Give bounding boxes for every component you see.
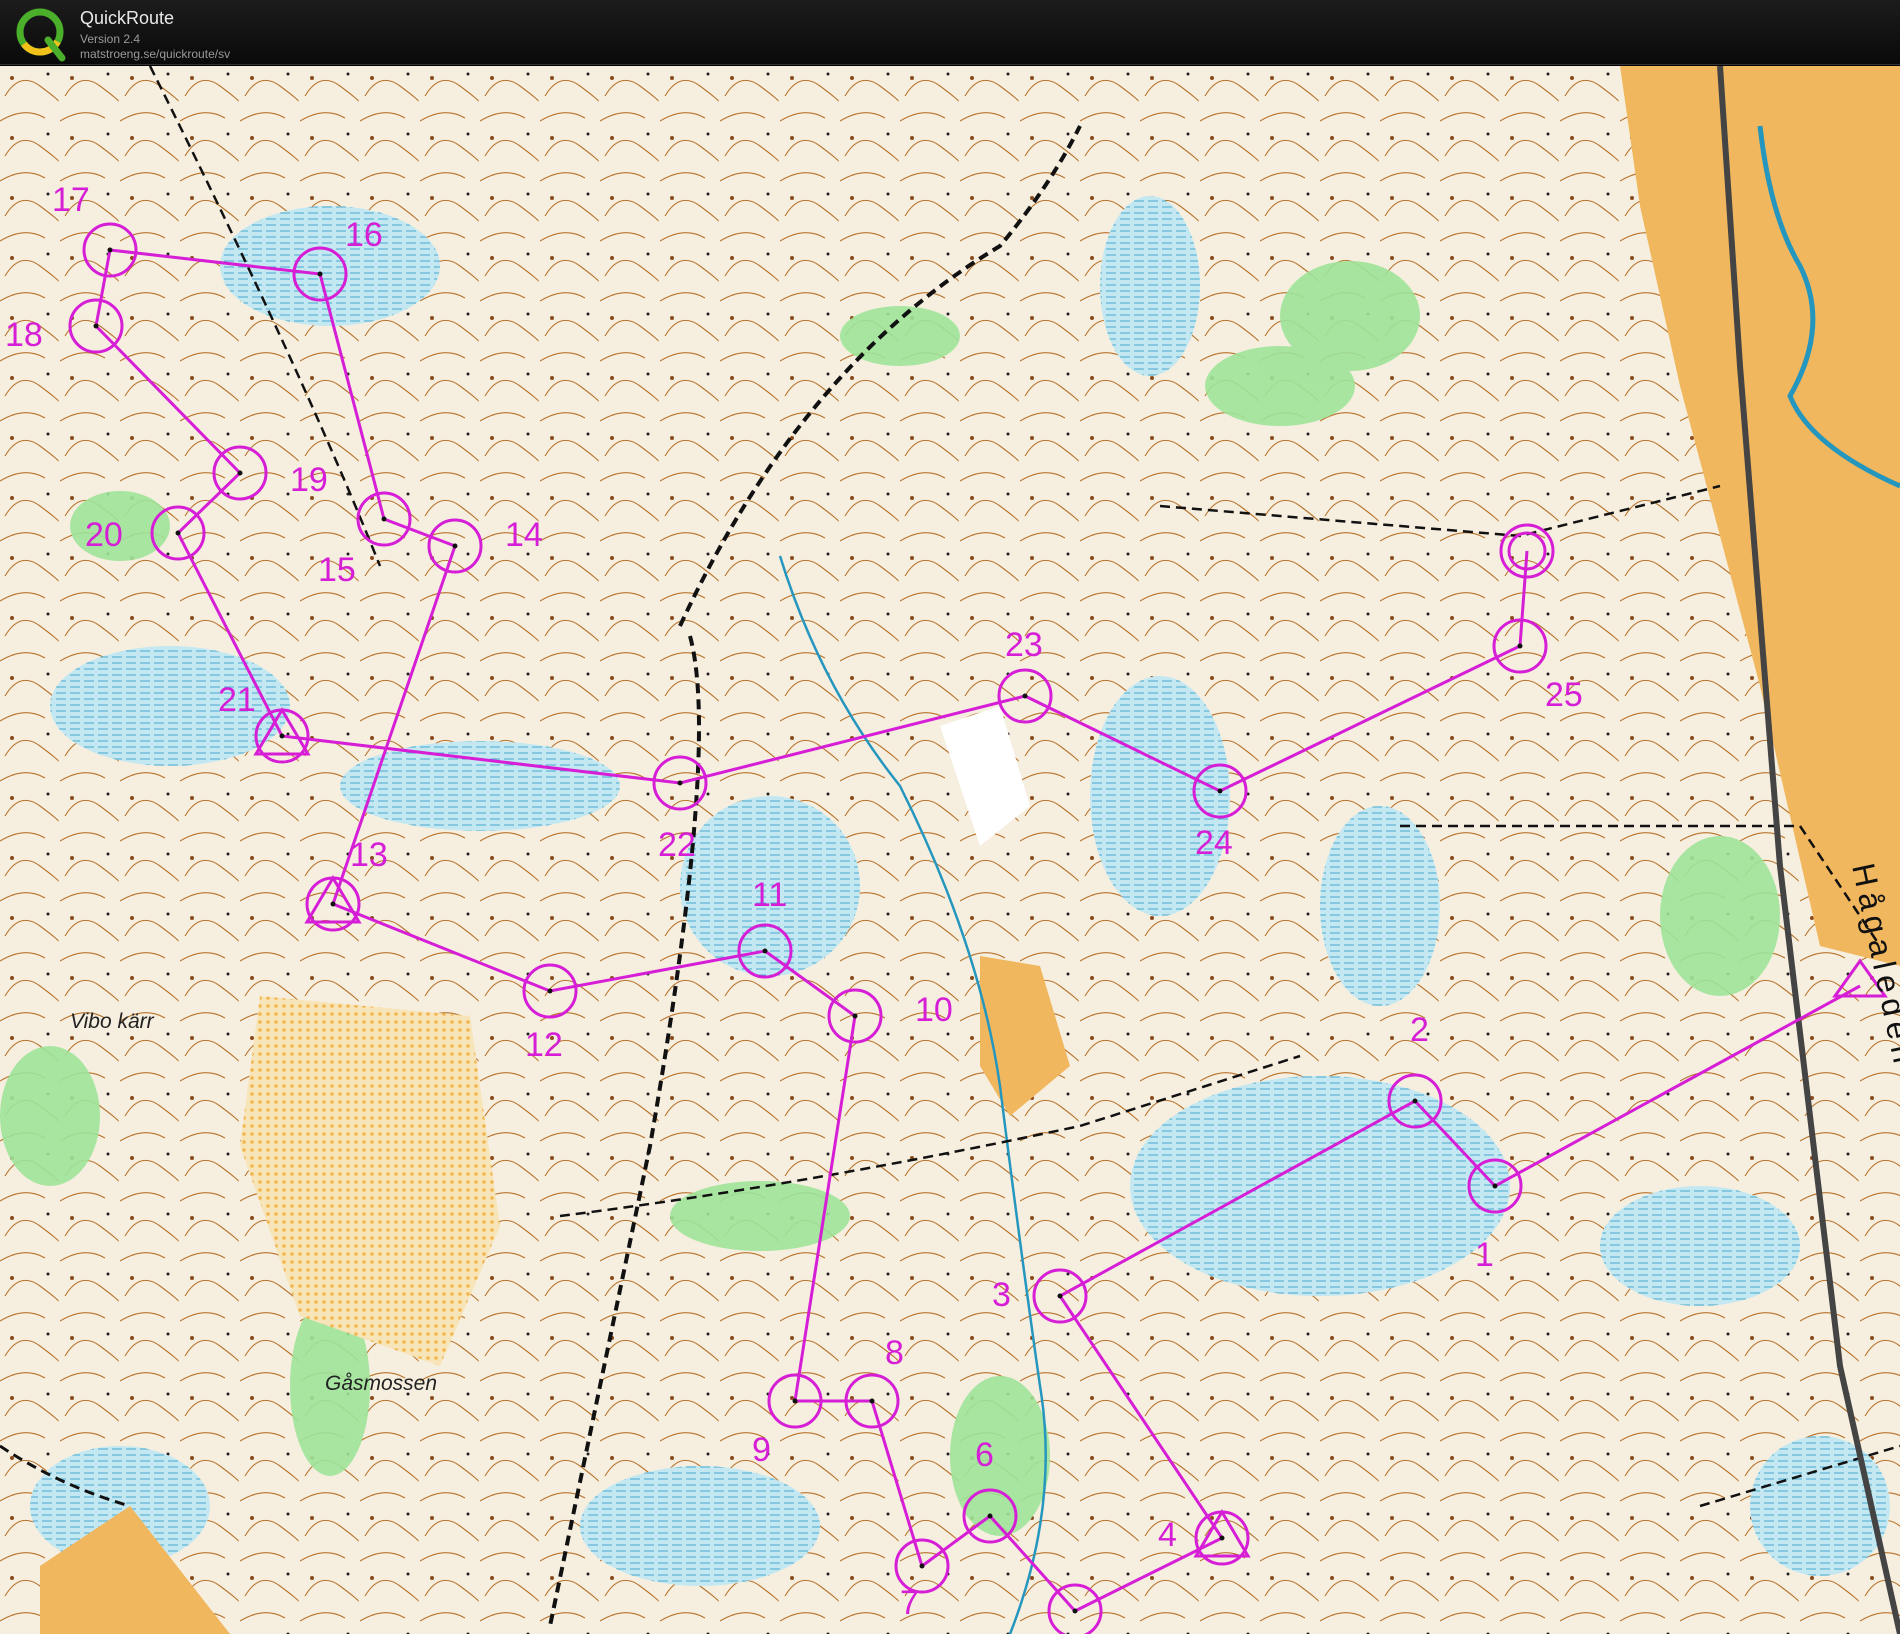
control-feature-dot-12 (547, 988, 553, 994)
quickroute-logo-icon (16, 8, 66, 62)
control-label-3: 3 (992, 1276, 1011, 1314)
app-version: Version 2.4 (80, 32, 141, 46)
control-label-17: 17 (52, 181, 90, 219)
control-feature-dot-3 (1057, 1293, 1063, 1299)
control-label-20: 20 (85, 516, 123, 554)
control-label-14: 14 (505, 516, 543, 554)
control-feature-dot-20 (175, 530, 181, 536)
control-feature-dot-16 (317, 271, 323, 277)
control-label-9: 9 (752, 1431, 771, 1469)
control-label-18: 18 (5, 316, 43, 354)
control-label-8: 8 (885, 1334, 904, 1372)
app-header: QuickRoute Version 2.4 matstroeng.se/qui… (0, 0, 1900, 65)
control-label-23: 23 (1005, 626, 1043, 664)
control-feature-dot-21 (279, 733, 285, 739)
map-canvas[interactable]: 1234567891011121314151617181920212223242… (0, 66, 1900, 1634)
control-feature-dot-4 (1219, 1535, 1225, 1541)
control-label-16: 16 (345, 216, 383, 254)
app-url: matstroeng.se/quickroute/sv (80, 47, 231, 61)
control-label-24: 24 (1195, 824, 1233, 862)
control-feature-dot-7 (919, 1563, 925, 1569)
control-label-25: 25 (1545, 676, 1583, 714)
control-feature-dot-23 (1022, 693, 1028, 699)
control-feature-dot-18 (93, 323, 99, 329)
control-feature-dot-24 (1217, 788, 1223, 794)
control-feature-dot-6 (987, 1513, 993, 1519)
place-label-gasmossen: Gåsmossen (325, 1372, 438, 1395)
control-label-22: 22 (658, 826, 696, 864)
control-label-13: 13 (350, 836, 388, 874)
orienteering-map[interactable]: 1234567891011121314151617181920212223242… (0, 66, 1900, 1634)
control-label-6: 6 (975, 1436, 994, 1474)
control-label-21: 21 (218, 681, 256, 719)
control-feature-dot-9 (792, 1398, 798, 1404)
app-title: QuickRoute (80, 8, 175, 28)
control-feature-dot-5 (1072, 1608, 1078, 1614)
control-feature-dot-13 (330, 901, 336, 907)
control-feature-dot-8 (869, 1398, 875, 1404)
control-label-12: 12 (525, 1026, 563, 1064)
control-label-15: 15 (318, 551, 356, 589)
control-feature-dot-15 (381, 516, 387, 522)
control-label-2: 2 (1410, 1011, 1429, 1049)
control-feature-dot-1 (1492, 1183, 1498, 1189)
control-feature-dot-19 (237, 470, 243, 476)
control-label-19: 19 (290, 461, 328, 499)
control-feature-dot-11 (762, 948, 768, 954)
control-label-11: 11 (752, 876, 787, 914)
control-feature-dot-17 (107, 247, 113, 253)
control-feature-dot-2 (1412, 1098, 1418, 1104)
control-label-10: 10 (915, 991, 953, 1029)
control-feature-dot-14 (452, 543, 458, 549)
control-feature-dot-22 (677, 780, 683, 786)
control-label-4: 4 (1158, 1516, 1177, 1554)
place-label-vibo-karr: Vibo kärr (70, 1010, 154, 1033)
control-feature-dot-25 (1517, 643, 1523, 649)
control-label-1: 1 (1475, 1236, 1494, 1274)
control-feature-dot-10 (852, 1013, 858, 1019)
control-label-7: 7 (900, 1584, 919, 1622)
